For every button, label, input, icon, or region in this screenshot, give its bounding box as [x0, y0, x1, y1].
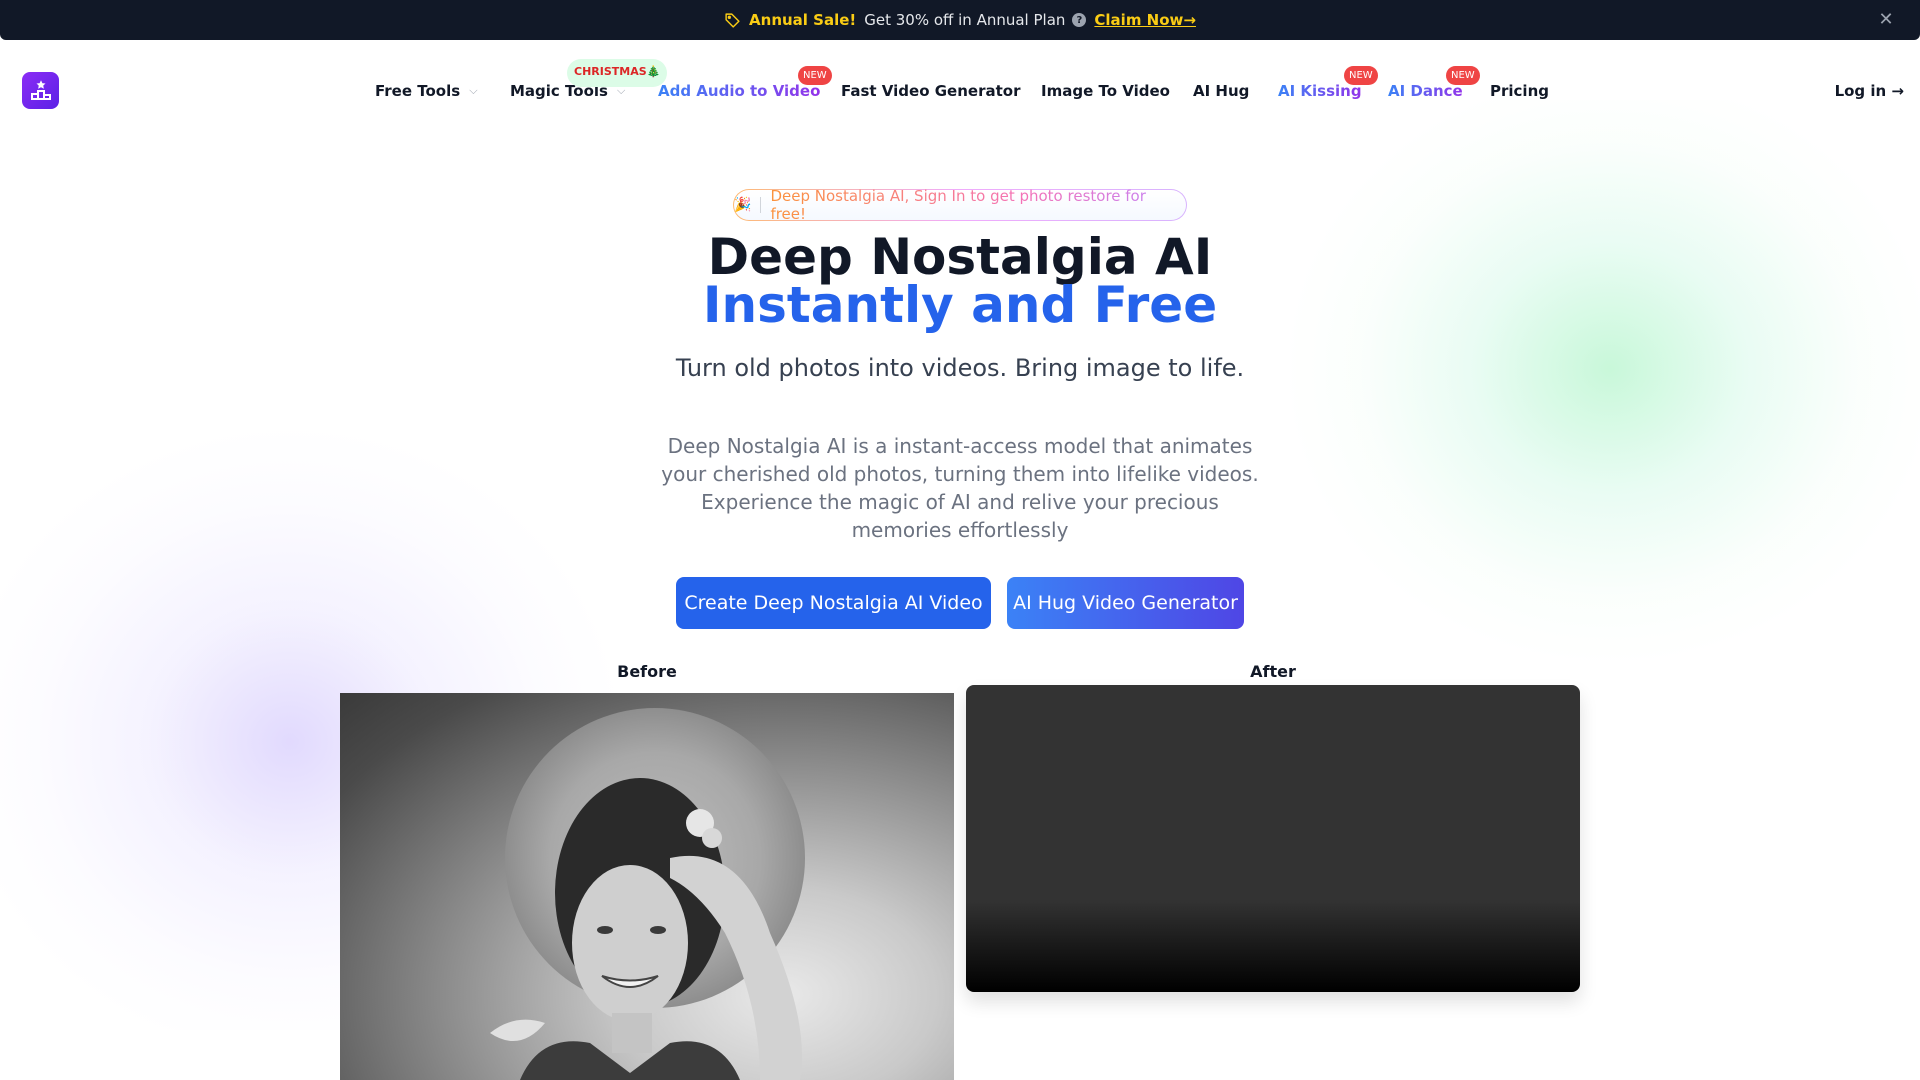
after-video-player[interactable]	[966, 685, 1580, 992]
nav-free-tools[interactable]: Free Tools ⌵	[375, 78, 478, 104]
divider	[760, 197, 762, 213]
chevron-down-icon: ⌵	[469, 84, 478, 97]
hero-description: Deep Nostalgia AI is a instant-access mo…	[661, 434, 1259, 542]
nav-item-label: Free Tools	[375, 82, 461, 100]
login-link[interactable]: Log in →	[1835, 78, 1904, 104]
vintage-portrait-illustration	[490, 708, 805, 1080]
before-label: Before	[617, 662, 677, 681]
close-icon[interactable]: ✕	[1876, 10, 1896, 30]
announcement-message: Get 30% off in Annual Plan	[864, 11, 1066, 29]
party-popper-icon: 🎉	[734, 197, 752, 213]
page-title-accent: Instantly and Free	[702, 276, 1218, 334]
announcement-bar: Annual Sale! Get 30% off in Annual Plan …	[0, 0, 1920, 40]
main-nav: Free Tools ⌵ Magic Tools ⌵ Add Audio to …	[0, 78, 1920, 104]
claim-now-link[interactable]: Claim Now→	[1094, 11, 1196, 29]
before-image	[340, 693, 954, 1080]
nav-pricing[interactable]: Pricing	[1490, 78, 1549, 104]
christmas-badge: CHRISTMAS🎄	[567, 59, 668, 87]
tag-icon	[724, 12, 741, 29]
nav-add-audio-to-video[interactable]: Add Audio to Video	[658, 78, 820, 104]
nav-image-to-video[interactable]: Image To Video	[1041, 78, 1170, 104]
ai-hug-generator-button[interactable]: AI Hug Video Generator	[1007, 577, 1244, 629]
nav-ai-hug[interactable]: AI Hug	[1193, 78, 1249, 104]
promo-text[interactable]: Deep Nostalgia AI, Sign In to get photo …	[770, 187, 1186, 223]
new-badge: NEW	[798, 66, 832, 85]
question-circle-icon[interactable]: ?	[1072, 13, 1087, 27]
nav-fast-video-generator[interactable]: Fast Video Generator	[841, 78, 1020, 104]
hero-subtitle: Turn old photos into videos. Bring image…	[675, 354, 1245, 382]
after-label: After	[1250, 662, 1296, 681]
create-video-button[interactable]: Create Deep Nostalgia AI Video	[676, 577, 991, 629]
new-badge: NEW	[1344, 66, 1378, 85]
sale-label: Annual Sale!	[749, 11, 857, 29]
new-badge: NEW	[1446, 66, 1480, 85]
promo-pill[interactable]: 🎉 Deep Nostalgia AI, Sign In to get phot…	[733, 187, 1187, 223]
